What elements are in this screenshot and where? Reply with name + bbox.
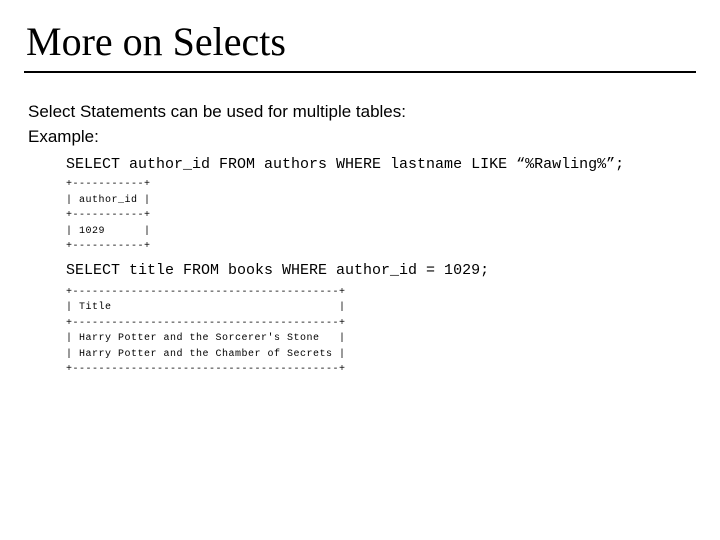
lead-line-2: Example: [28,126,696,149]
slide-body: Select Statements can be used for multip… [24,101,696,378]
slide-title: More on Selects [26,18,696,65]
sql-result-2: +---------------------------------------… [66,285,696,378]
title-underline [24,71,696,73]
slide: More on Selects Select Statements can be… [0,0,720,540]
sql-query-1: SELECT author_id FROM authors WHERE last… [66,155,696,175]
sql-query-2: SELECT title FROM books WHERE author_id … [66,261,696,281]
lead-line-1: Select Statements can be used for multip… [28,101,696,124]
sql-result-1: +-----------+ | author_id | +-----------… [66,177,696,255]
